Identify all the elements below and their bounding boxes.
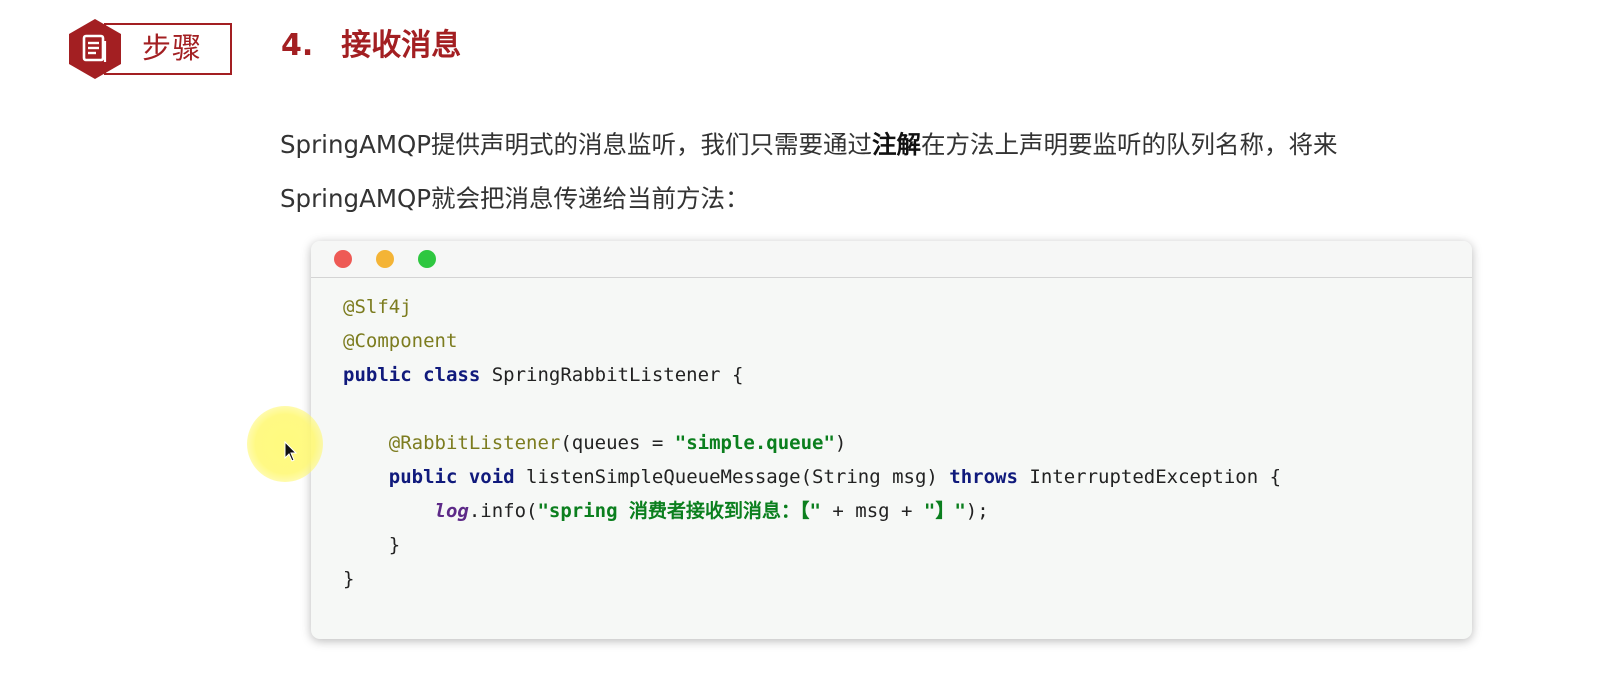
intro-text-part2: 在方法上声明要监听的队列名称，将来 — [921, 130, 1338, 159]
code-block: @Slf4j @Component public class SpringRab… — [343, 290, 1281, 596]
code-line-5: @RabbitListener(queues = "simple.queue") — [343, 426, 1281, 460]
intro-bold-keyword: 注解 — [872, 130, 922, 159]
exception-type: InterruptedException { — [1017, 466, 1282, 488]
intro-line-2: SpringAMQP就会把消息传递给当前方法： — [280, 184, 750, 213]
code-line-7: log.info("spring 消费者接收到消息：【" + msg + "】"… — [343, 494, 1281, 528]
code-line-3: public class SpringRabbitListener { — [343, 358, 1281, 392]
annotation-close: ) — [834, 432, 847, 454]
keyword-throws: throws — [949, 466, 1018, 488]
keyword-public-void: public void — [388, 466, 515, 488]
maximize-dot-icon — [418, 250, 436, 268]
queue-name-string: "simple.queue" — [674, 432, 835, 454]
class-close-brace: } — [343, 568, 355, 590]
intro-text-part1: SpringAMQP提供声明式的消息监听，我们只需要通过 — [280, 130, 873, 159]
mouse-pointer-icon — [284, 441, 298, 462]
code-line-6: public void listenSimpleQueueMessage(Str… — [343, 460, 1281, 494]
intro-line-1: SpringAMQP提供声明式的消息监听，我们只需要通过注解在方法上声明要监听的… — [280, 118, 1500, 172]
code-window: @Slf4j @Component public class SpringRab… — [311, 241, 1472, 639]
queues-param: (queues = — [560, 432, 675, 454]
log-message-end-string: "】" — [923, 500, 966, 522]
document-icon — [69, 19, 121, 79]
class-declaration: SpringRabbitListener { — [480, 364, 744, 386]
section-title-text: 接收消息 — [341, 28, 462, 63]
code-window-titlebar — [311, 241, 1472, 278]
method-signature: listenSimpleQueueMessage(String msg) — [514, 466, 950, 488]
section-title: 4. 接收消息 — [281, 26, 461, 66]
keyword-public-class: public class — [343, 364, 481, 386]
close-dot-icon — [334, 250, 352, 268]
step-badge: 步骤 — [66, 17, 238, 81]
log-message-string: "spring 消费者接收到消息：【" — [537, 500, 821, 522]
intro-paragraph: SpringAMQP提供声明式的消息监听，我们只需要通过注解在方法上声明要监听的… — [280, 118, 1500, 226]
info-call: .info( — [468, 500, 538, 522]
annotation-rabbit-listener: @RabbitListener — [388, 432, 561, 454]
code-line-1: @Slf4j — [343, 290, 1281, 324]
section-number: 4. — [281, 28, 314, 63]
code-line-8: } — [343, 528, 1281, 562]
concat-expression: + msg + — [820, 500, 924, 522]
method-close-brace: } — [388, 534, 401, 556]
code-line-9: } — [343, 562, 1281, 596]
statement-end: ); — [965, 500, 989, 522]
annotation-slf4j: @Slf4j — [343, 296, 412, 318]
step-badge-label: 步骤 — [142, 31, 203, 65]
annotation-component: @Component — [343, 330, 458, 352]
minimize-dot-icon — [376, 250, 394, 268]
code-line-2: @Component — [343, 324, 1281, 358]
log-variable: log — [434, 500, 469, 522]
